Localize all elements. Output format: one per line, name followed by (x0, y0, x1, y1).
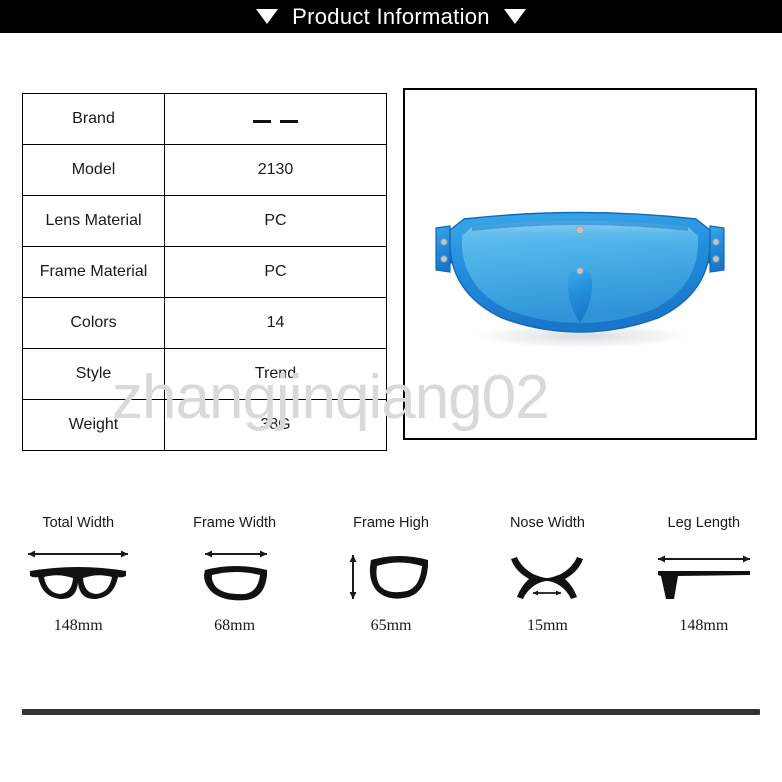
temple-arm-svg (657, 555, 750, 599)
spec-value-model: 2130 (164, 144, 387, 196)
table-row: Style Trend (22, 348, 387, 400)
temple-arm-icon (644, 545, 764, 607)
specification-table: Brand Model 2130 Lens Material PC Frame … (22, 93, 387, 451)
rivet-left-lower (440, 255, 448, 263)
measurement-leg-length: Leg Length 148mm (626, 515, 782, 635)
table-row: Weight 38G (22, 399, 387, 451)
nose-bridge-svg (511, 557, 584, 599)
rivet-nose-center (576, 267, 584, 275)
table-row: Model 2130 (22, 144, 387, 196)
table-row: Lens Material PC (22, 195, 387, 247)
glasses-front-svg (28, 550, 129, 600)
spec-value-style: Trend (164, 348, 387, 400)
measurement-label: Total Width (42, 515, 115, 531)
measurement-label: Frame High (353, 515, 429, 531)
measurements-row: Total Width 148mm Frame Width 68mm Frame… (0, 515, 782, 635)
single-lens-svg (203, 550, 267, 601)
brand-dash-placeholder (253, 120, 298, 123)
single-lens-height-svg (349, 555, 429, 599)
measurement-value: 148mm (53, 617, 103, 634)
measurement-value: 148mm (679, 617, 729, 634)
table-row: Frame Material PC (22, 246, 387, 298)
measurement-value: 65mm (370, 617, 412, 634)
spec-label-lens-material: Lens Material (22, 195, 165, 247)
single-lens-height-icon (331, 545, 451, 607)
left-hinge (435, 225, 451, 273)
measurement-label: Frame Width (193, 515, 277, 531)
measurement-frame-width: Frame Width 68mm (156, 515, 312, 635)
single-lens-icon (175, 545, 295, 607)
sunglasses-illustration (420, 186, 740, 356)
measurement-frame-high: Frame High 65mm (313, 515, 469, 635)
measurement-value: 15mm (526, 617, 568, 634)
right-hinge (709, 225, 725, 273)
measurement-label: Leg Length (667, 515, 741, 531)
measurement-label: Nose Width (509, 515, 585, 531)
spec-label-colors: Colors (22, 297, 165, 349)
measurement-nose-width: Nose Width 15mm (469, 515, 625, 635)
header-banner: Product Information (0, 0, 782, 33)
triangle-down-icon-right (503, 9, 526, 24)
sunglasses-svg (435, 211, 725, 349)
spec-value-frame-material: PC (164, 246, 387, 298)
table-row: Brand (22, 93, 387, 145)
spec-label-frame-material: Frame Material (22, 246, 165, 298)
spec-label-model: Model (22, 144, 165, 196)
spec-value-colors: 14 (164, 297, 387, 349)
spec-label-weight: Weight (22, 399, 165, 451)
rivet-top-center (575, 225, 585, 235)
rivet-right-upper (712, 238, 720, 246)
bottom-divider (22, 709, 760, 715)
triangle-down-icon-left (256, 9, 279, 24)
spec-label-brand: Brand (22, 93, 165, 145)
measurement-total-width: Total Width 148mm (0, 515, 156, 635)
measurement-value: 68mm (214, 617, 256, 634)
specification-table-body: Brand Model 2130 Lens Material PC Frame … (22, 93, 387, 451)
product-image-panel (403, 88, 757, 440)
page-title: Product Information (292, 3, 490, 29)
glasses-front-icon (18, 545, 138, 607)
nose-bridge-icon (487, 545, 607, 607)
rivet-right-lower (712, 255, 720, 263)
table-row: Colors 14 (22, 297, 387, 349)
spec-value-brand (164, 93, 387, 145)
rivet-left-upper (440, 238, 448, 246)
spec-value-weight: 38G (164, 399, 387, 451)
spec-label-style: Style (22, 348, 165, 400)
spec-value-lens-material: PC (164, 195, 387, 247)
